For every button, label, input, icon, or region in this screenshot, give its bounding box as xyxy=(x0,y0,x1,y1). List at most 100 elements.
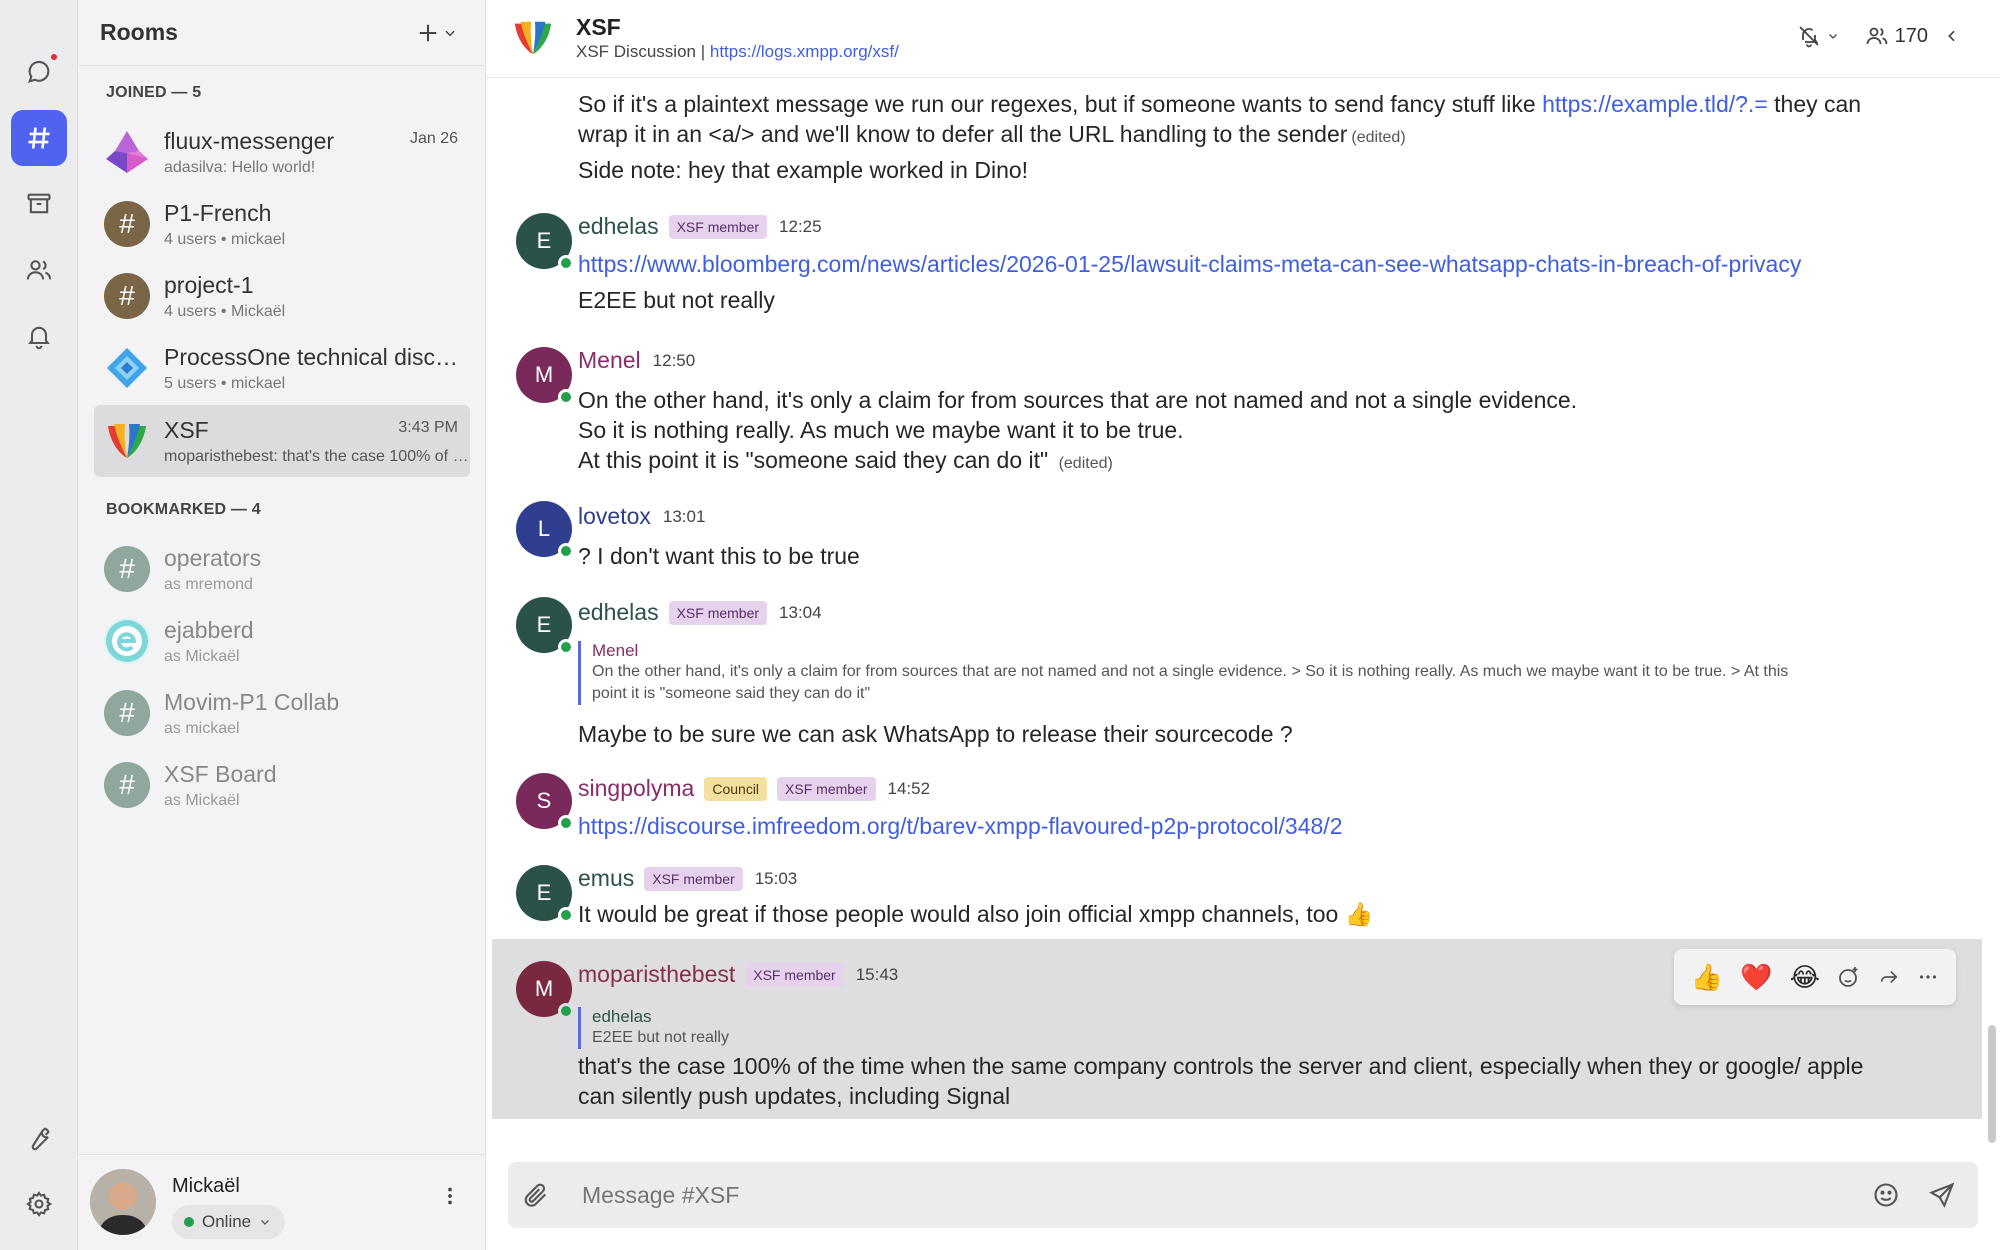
archive-icon xyxy=(27,193,51,214)
user-menu-button[interactable] xyxy=(439,1185,461,1212)
message-header: edhelas XSF member 13:04 xyxy=(578,599,822,626)
room-item-fluux-messenger[interactable]: fluux-messenger adasilva: Hello world! J… xyxy=(94,116,470,188)
room-name: ProcessOne technical discussion xyxy=(164,343,470,370)
message-link[interactable]: https://example.tld/?.= xyxy=(1542,91,1768,117)
more-horizontal-icon[interactable] xyxy=(1917,966,1939,988)
room-text: P1-French 4 users • mickael xyxy=(164,200,470,249)
unread-indicator xyxy=(49,52,59,62)
message-text: E2EE but not really xyxy=(578,287,775,313)
message: So if it's a plaintext message we run ou… xyxy=(492,79,1982,189)
room-title: XSF xyxy=(576,14,621,40)
message: M Menel 12:50 On the other hand, it's on… xyxy=(492,343,1982,473)
chats-nav-button[interactable] xyxy=(11,44,67,100)
avatar-initial: E xyxy=(536,612,552,637)
message-header: Menel 12:50 xyxy=(578,347,695,374)
bell-icon xyxy=(28,326,50,350)
online-indicator xyxy=(558,1003,574,1019)
message-link[interactable]: https://www.bloomberg.com/news/articles/… xyxy=(578,251,1801,278)
notification-settings-button[interactable] xyxy=(1797,24,1839,48)
sender-name[interactable]: edhelas xyxy=(578,213,659,240)
sender-name[interactable]: Menel xyxy=(578,347,641,374)
room-item-xsf[interactable]: XSF moparisthebest: that's the case 100%… xyxy=(94,405,470,477)
message-header: emus XSF member 15:03 xyxy=(578,865,797,892)
header-actions: 170 xyxy=(1797,24,1960,48)
react-laugh-button[interactable]: 😂 xyxy=(1790,962,1820,993)
chat-panel: XSF XSF Discussion | https://logs.xmpp.o… xyxy=(486,0,2000,1250)
plus-icon xyxy=(419,24,437,41)
message-time: 12:25 xyxy=(779,216,822,236)
reply-quote[interactable]: edhelas E2EE but not really xyxy=(578,1007,729,1049)
occupant-count: 170 xyxy=(1894,24,1928,47)
chevron-down-icon xyxy=(1828,34,1837,39)
sender-name[interactable]: moparisthebest xyxy=(578,961,735,988)
users-icon xyxy=(1866,27,1888,45)
message-composer xyxy=(508,1162,1978,1228)
hash-icon xyxy=(28,127,50,149)
avatar[interactable]: M xyxy=(516,347,574,405)
room-item-movim-p1-collab[interactable]: # Movim-P1 Collab as mickael xyxy=(94,677,470,749)
avatar[interactable]: S xyxy=(516,773,574,831)
contacts-nav-button[interactable] xyxy=(11,242,67,298)
message-list-scrollbar[interactable] xyxy=(1988,1025,1996,1143)
forward-icon[interactable] xyxy=(1878,966,1900,988)
council-badge: Council xyxy=(704,776,768,801)
avatar-initial: E xyxy=(536,228,552,253)
room-item-xsf-board[interactable]: # XSF Board as Mickaël xyxy=(94,749,470,821)
quoted-sender: edhelas xyxy=(592,1007,652,1026)
user-panel: Mickaël Online xyxy=(78,1154,485,1250)
room-subtitle: 5 users • mickael xyxy=(164,374,286,392)
room-item-p1-french[interactable]: # P1-French 4 users • mickael xyxy=(94,188,470,260)
rooms-nav-button[interactable] xyxy=(11,110,67,166)
room-item-operators[interactable]: # operators as mremond xyxy=(94,533,470,605)
message-text: It would be great if those people would … xyxy=(578,901,1374,927)
message-input[interactable] xyxy=(582,1181,1858,1209)
avatar[interactable] xyxy=(90,1169,156,1235)
sidebar-header: Rooms xyxy=(78,0,485,66)
avatar[interactable]: E xyxy=(516,213,574,271)
sender-name[interactable]: emus xyxy=(578,865,634,892)
sender-name[interactable]: lovetox xyxy=(578,503,651,530)
message-time: 15:03 xyxy=(754,868,798,888)
message-link[interactable]: https://discourse.imfreedom.org/t/barev-… xyxy=(578,813,1342,840)
react-heart-button[interactable]: ❤️ xyxy=(1740,962,1772,993)
react-thumbs-up-button[interactable]: 👍 xyxy=(1691,962,1723,993)
avatar[interactable]: M xyxy=(516,961,574,1019)
message-header: singpolyma Council XSF member 14:52 xyxy=(578,775,930,802)
rooms-sidebar: Rooms JOINED — 5 fluux-messenger adasilv… xyxy=(78,0,486,1250)
message-list: So if it's a plaintext message we run ou… xyxy=(486,79,2000,1119)
avatar[interactable]: E xyxy=(516,597,574,655)
room-name: operators xyxy=(164,544,262,571)
room-item-ejabberd[interactable]: ejabberd as Mickaël xyxy=(94,605,470,677)
tools-nav-button[interactable] xyxy=(11,1110,67,1166)
presence-selector[interactable]: Online xyxy=(172,1205,286,1239)
sidebar-title: Rooms xyxy=(100,19,178,45)
room-name: P1-French xyxy=(164,199,272,226)
sender-name[interactable]: singpolyma xyxy=(578,775,694,802)
presence-label: Online xyxy=(202,1212,252,1231)
avatar[interactable]: L xyxy=(516,501,574,559)
room-item-processone[interactable]: ProcessOne technical discussion 5 users … xyxy=(94,332,470,404)
avatar[interactable]: E xyxy=(516,865,574,923)
add-room-button[interactable] xyxy=(417,22,457,44)
add-reaction-icon[interactable] xyxy=(1837,965,1861,989)
room-logs-link[interactable]: https://logs.xmpp.org/xsf/ xyxy=(710,42,899,61)
role-badge: XSF member xyxy=(668,600,768,625)
chevron-left-icon xyxy=(1948,30,1955,42)
send-button[interactable] xyxy=(1914,1181,1970,1209)
room-subtitle: as Mickaël xyxy=(164,647,240,665)
room-item-project-1[interactable]: # project-1 4 users • Mickaël xyxy=(94,260,470,332)
message-time: 15:43 xyxy=(855,964,899,984)
message: E edhelas XSF member 12:25 https://www.b… xyxy=(492,209,1982,327)
notifications-nav-button[interactable] xyxy=(11,308,67,364)
sender-name[interactable]: edhelas xyxy=(578,599,659,626)
reply-quote[interactable]: Menel On the other hand, it's only a cla… xyxy=(578,641,1958,705)
archive-nav-button[interactable] xyxy=(11,176,67,232)
online-indicator xyxy=(558,639,574,655)
occupants-button[interactable]: 170 xyxy=(1865,24,1960,48)
room-subtitle: 4 users • mickael xyxy=(164,230,286,248)
role-badge: XSF member xyxy=(777,776,876,801)
attach-button[interactable] xyxy=(508,1181,564,1209)
smiley-icon xyxy=(1874,1183,1898,1207)
emoji-button[interactable] xyxy=(1858,1181,1914,1209)
settings-nav-button[interactable] xyxy=(11,1176,67,1232)
